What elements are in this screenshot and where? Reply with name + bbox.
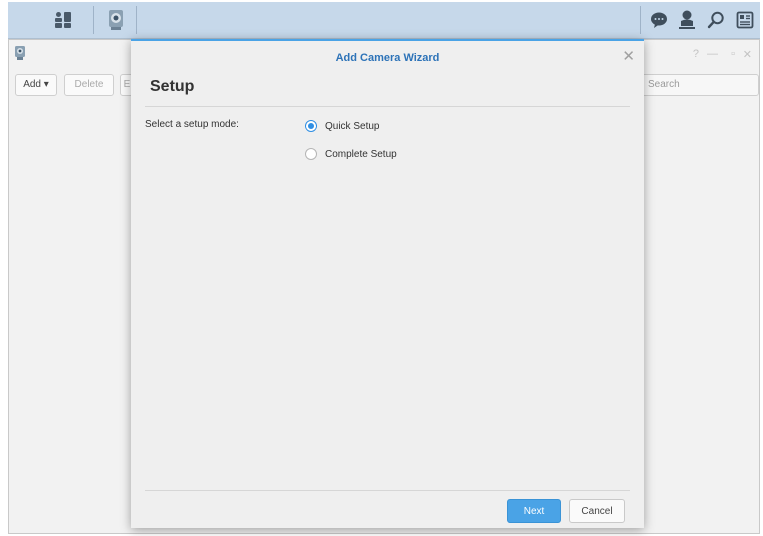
add-camera-wizard-dialog: Add Camera Wizard ✕ Setup Select a setup… xyxy=(131,39,644,528)
user-icon[interactable] xyxy=(672,5,702,35)
main-menu-icon[interactable] xyxy=(48,5,78,35)
footer-divider xyxy=(145,490,630,491)
quick-setup-radio[interactable] xyxy=(305,120,317,132)
next-button[interactable]: Next xyxy=(507,499,561,523)
complete-setup-label: Complete Setup xyxy=(325,148,397,160)
quick-setup-label: Quick Setup xyxy=(325,120,380,132)
taskbar-separator xyxy=(640,6,641,34)
restore-icon[interactable]: ▫ xyxy=(731,48,735,60)
window-close-icon[interactable]: ✕ xyxy=(743,48,752,61)
surveillance-camera-app-icon[interactable] xyxy=(101,5,131,35)
search-icon[interactable] xyxy=(701,5,731,35)
camera-app-icon xyxy=(14,46,26,64)
add-dropdown-button[interactable]: Add ▾ xyxy=(15,74,57,96)
minimize-icon[interactable]: — xyxy=(707,48,718,60)
taskbar-separator xyxy=(136,6,137,34)
cancel-button[interactable]: Cancel xyxy=(569,499,625,523)
chat-icon[interactable] xyxy=(644,5,674,35)
dialog-title: Add Camera Wizard xyxy=(335,52,440,64)
complete-setup-option[interactable]: Complete Setup xyxy=(305,148,397,160)
taskbar-separator xyxy=(93,6,94,34)
taskbar xyxy=(8,2,760,39)
divider xyxy=(145,106,630,107)
close-icon[interactable]: ✕ xyxy=(622,47,635,65)
quick-setup-option[interactable]: Quick Setup xyxy=(305,120,379,132)
widgets-icon[interactable] xyxy=(730,5,760,35)
help-icon[interactable]: ? xyxy=(693,48,699,60)
search-input[interactable]: Search xyxy=(641,74,759,96)
page-title: Setup xyxy=(150,78,195,95)
delete-button[interactable]: Delete xyxy=(64,74,114,96)
complete-setup-radio[interactable] xyxy=(305,148,317,160)
setup-mode-label: Select a setup mode: xyxy=(145,119,239,130)
